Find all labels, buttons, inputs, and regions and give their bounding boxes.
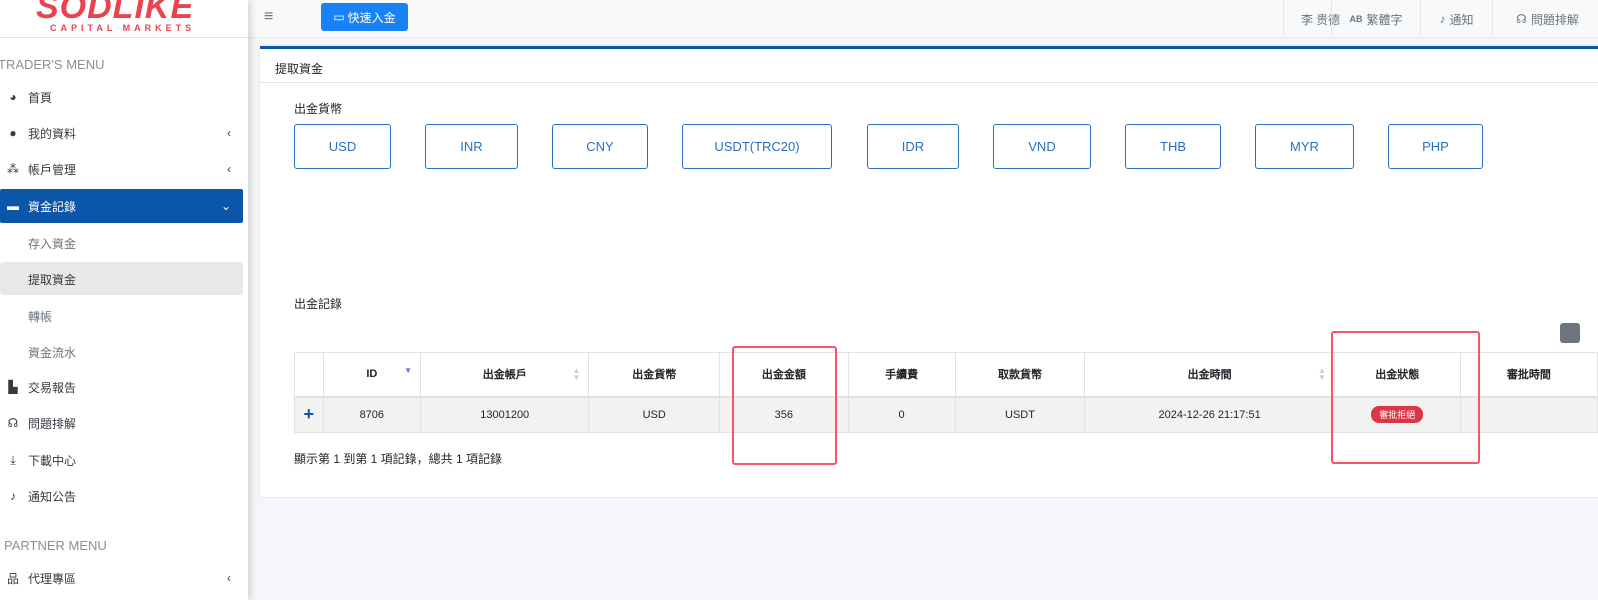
highlight-status-box bbox=[1331, 331, 1480, 464]
sidebar-item-downloads[interactable]: ⤓ 下載中心 bbox=[0, 443, 243, 477]
records-label: 出金記錄 bbox=[294, 297, 343, 311]
expand-header bbox=[294, 352, 324, 398]
sidebar-item-notices[interactable]: ♪ 通知公告 bbox=[0, 479, 243, 513]
hamburger-menu-icon[interactable]: ≡ bbox=[264, 8, 273, 26]
cell-fee: 0 bbox=[847, 396, 956, 433]
chart-icon: ▙ bbox=[8, 380, 18, 394]
sidebar-item-support[interactable]: ☊ 問題排解 bbox=[0, 406, 243, 440]
currency-usdt-button[interactable]: USDT(TRC20) bbox=[682, 124, 832, 169]
cell-approve-time bbox=[1459, 396, 1598, 433]
table-footer-info: 顯示第 1 到第 1 項記錄，總共 1 項記錄 bbox=[294, 452, 503, 466]
currency-cny-button[interactable]: CNY bbox=[552, 124, 648, 169]
bell-icon: ♪ bbox=[1439, 12, 1446, 26]
card-title: 提取資金 bbox=[260, 49, 1598, 83]
cell-id: 8706 bbox=[322, 396, 422, 433]
sidebar-item-home[interactable]: ◕ 首頁 bbox=[0, 80, 243, 114]
chevron-down-icon: ⌄ bbox=[220, 199, 231, 213]
sidebar-sub-deposit[interactable]: 存入資金 bbox=[28, 235, 76, 252]
cell-withdraw-currency: USDT bbox=[954, 396, 1086, 433]
highlight-amount-box bbox=[732, 346, 837, 465]
currency-thb-button[interactable]: THB bbox=[1125, 124, 1221, 169]
chevron-left-icon: ‹ bbox=[227, 571, 231, 585]
header-time[interactable]: 出金時間 ▲ ▼ bbox=[1084, 352, 1335, 398]
chevron-left-icon: ‹ bbox=[227, 126, 231, 140]
sort-icon: ▲ ▼ bbox=[1317, 366, 1326, 382]
sort-desc-icon: ▼ bbox=[404, 366, 413, 375]
header-fee[interactable]: 手續費 bbox=[847, 352, 956, 398]
sidebar-item-reports[interactable]: ▙ 交易報告 bbox=[0, 370, 243, 404]
top-header: ≡ ▭ 快速入金 李 贵德 AB 繁體字 ♪ 通知 ☊ 問題排解 bbox=[248, 0, 1598, 38]
sidebar-item-profile[interactable]: ● 我的資料 ‹ bbox=[0, 116, 243, 150]
user-icon: ● bbox=[9, 126, 17, 140]
currency-idr-button[interactable]: IDR bbox=[867, 124, 959, 169]
credit-card-icon: ▭ bbox=[333, 10, 345, 24]
sidebar: SODLIKE CAPITAL MARKETS TRADER'S MENU ◕ 首… bbox=[0, 0, 248, 600]
columns-toggle-button[interactable] bbox=[1560, 323, 1580, 343]
support-button[interactable]: ☊ 問題排解 bbox=[1492, 0, 1598, 38]
currency-usd-button[interactable]: USD bbox=[294, 124, 391, 169]
currency-php-button[interactable]: PHP bbox=[1388, 124, 1483, 169]
cell-time: 2024-12-26 21:17:51 bbox=[1084, 396, 1335, 433]
currency-label: 出金貨幣 bbox=[294, 102, 343, 116]
sidebar-sub-withdraw[interactable]: 提取資金 bbox=[28, 271, 76, 288]
sidebar-sub-flow[interactable]: 資金流水 bbox=[28, 344, 76, 361]
logo[interactable]: SODLIKE CAPITAL MARKETS bbox=[0, 0, 248, 38]
cell-account: 13001200 bbox=[420, 396, 590, 433]
sidebar-item-accounts[interactable]: ⁂ 帳戶管理 ‹ bbox=[0, 152, 243, 186]
header-currency[interactable]: 出金貨幣 bbox=[588, 352, 721, 398]
currency-vnd-button[interactable]: VND bbox=[993, 124, 1091, 169]
sidebar-sub-transfer[interactable]: 轉帳 bbox=[28, 308, 52, 325]
trader-menu-heading: TRADER'S MENU bbox=[0, 57, 105, 72]
cell-currency: USD bbox=[588, 396, 721, 433]
chevron-left-icon: ‹ bbox=[227, 162, 231, 176]
language-toggle[interactable]: AB 繁體字 bbox=[1331, 0, 1420, 38]
header-account[interactable]: 出金帳戶 ▲ ▼ bbox=[420, 352, 590, 398]
header-approve-time[interactable]: 審批時間 bbox=[1459, 352, 1598, 398]
bell-icon: ♪ bbox=[10, 489, 16, 503]
expand-row-button[interactable]: + bbox=[294, 396, 324, 433]
header-withdraw-currency[interactable]: 取款貨幣 bbox=[954, 352, 1086, 398]
sidebar-item-funds[interactable]: ▬ 資金記錄 ⌄ bbox=[0, 189, 243, 223]
partner-menu-heading: PARTNER MENU bbox=[4, 538, 107, 553]
header-id[interactable]: ID ▼ bbox=[322, 352, 422, 398]
credit-card-icon: ▬ bbox=[7, 199, 19, 213]
sitemap-icon: 品 bbox=[6, 571, 19, 586]
users-icon: ⁂ bbox=[7, 162, 19, 176]
sort-icon: ▲ ▼ bbox=[572, 366, 581, 382]
language-icon: AB bbox=[1349, 14, 1363, 24]
sidebar-item-agent[interactable]: 品代理專區 ‹ bbox=[0, 561, 243, 595]
quick-deposit-button[interactable]: ▭ 快速入金 bbox=[321, 3, 408, 31]
currency-inr-button[interactable]: INR bbox=[425, 124, 518, 169]
download-icon: ⤓ bbox=[10, 452, 16, 467]
currency-myr-button[interactable]: MYR bbox=[1255, 124, 1354, 169]
notification-button[interactable]: ♪ 通知 bbox=[1420, 0, 1492, 38]
dashboard-icon: ◕ bbox=[9, 90, 17, 104]
headset-icon: ☊ bbox=[1516, 12, 1527, 26]
headset-icon: ☊ bbox=[7, 416, 19, 430]
